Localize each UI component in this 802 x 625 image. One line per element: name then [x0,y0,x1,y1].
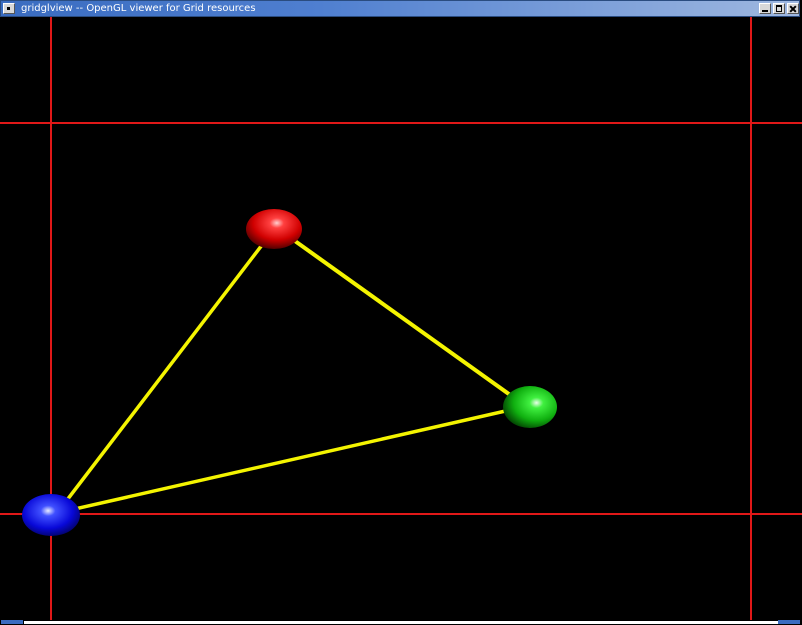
link-red-blue[interactable] [62,243,264,506]
bottom-bar [0,620,802,625]
window-title: gridglview -- OpenGL viewer for Grid res… [21,3,256,14]
close-icon[interactable] [787,3,799,14]
maximize-icon[interactable] [773,3,785,14]
link-green-blue[interactable] [65,408,511,513]
title-bar[interactable]: gridglview -- OpenGL viewer for Grid res… [0,0,800,17]
window-menu-icon[interactable] [3,3,15,14]
status-left-segment [1,620,23,624]
minimize-icon[interactable] [759,3,771,14]
link-red-green[interactable] [286,234,515,399]
blue-node[interactable] [22,494,80,536]
app-window: gridglview -- OpenGL viewer for Grid res… [0,0,802,625]
red-node[interactable] [246,209,302,249]
status-right-segment [778,620,800,624]
green-node[interactable] [503,386,557,428]
scene-canvas[interactable] [0,17,802,620]
status-middle-segment [24,621,778,624]
opengl-viewport[interactable] [0,17,802,620]
